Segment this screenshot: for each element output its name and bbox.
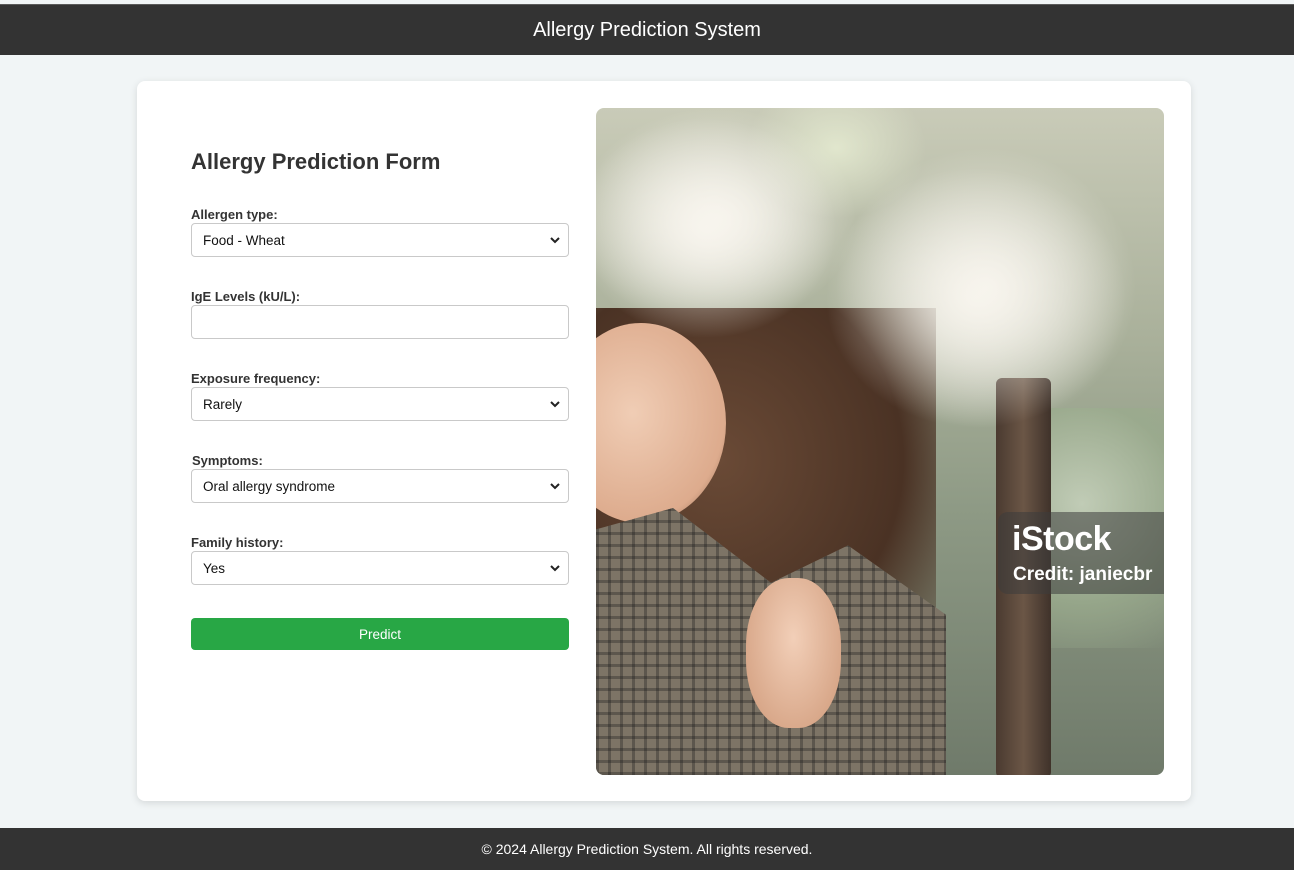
symptoms-select[interactable]: Oral allergy syndrome	[191, 469, 569, 503]
symptoms-label: Symptoms:	[192, 453, 263, 468]
exposure-frequency-label: Exposure frequency:	[191, 371, 321, 386]
photo-blossoms	[596, 108, 1164, 775]
form-card: Allergy Prediction Form Allergen type: F…	[137, 81, 1191, 801]
ige-levels-input[interactable]	[191, 305, 569, 339]
family-history-value: Yes	[203, 560, 226, 576]
family-history-select[interactable]: Yes	[191, 551, 569, 585]
predict-button[interactable]: Predict	[191, 618, 569, 650]
exposure-frequency-value: Rarely	[203, 396, 243, 412]
footer-copyright: © 2024 Allergy Prediction System. All ri…	[481, 841, 813, 857]
exposure-frequency-select[interactable]: Rarely	[191, 387, 569, 421]
family-history-label: Family history:	[191, 535, 284, 550]
symptoms-value: Oral allergy syndrome	[203, 478, 336, 494]
allergen-type-select[interactable]: Food - Wheat	[191, 223, 569, 257]
site-header: Allergy Prediction System	[0, 5, 1294, 55]
site-title: Allergy Prediction System	[533, 18, 761, 41]
allergen-type-value: Food - Wheat	[203, 232, 285, 248]
form-title: Allergy Prediction Form	[191, 149, 441, 174]
watermark-logo: iStock	[1012, 520, 1112, 558]
ige-levels-label: IgE Levels (kU/L):	[191, 289, 301, 304]
istock-watermark: iStock Credit: janiecbr	[998, 512, 1164, 594]
chevron-down-icon	[550, 483, 560, 490]
allergy-photo: iStock Credit: janiecbr	[596, 108, 1164, 775]
allergen-type-label: Allergen type:	[191, 207, 278, 222]
watermark-credit: Credit: janiecbr	[1013, 564, 1153, 585]
chevron-down-icon	[550, 565, 560, 572]
chevron-down-icon	[550, 237, 560, 244]
chevron-down-icon	[550, 401, 560, 408]
site-footer: © 2024 Allergy Prediction System. All ri…	[0, 828, 1294, 870]
